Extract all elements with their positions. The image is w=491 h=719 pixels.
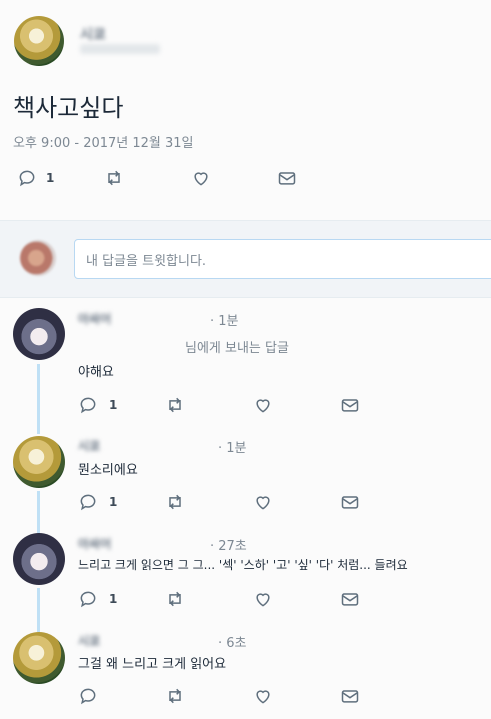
dm-icon[interactable]	[340, 589, 360, 609]
reply-time[interactable]: · 27초	[210, 535, 247, 554]
reply-author[interactable]: 시쿄	[78, 632, 100, 649]
reply-count: 1	[109, 592, 118, 606]
thread-line	[37, 588, 40, 632]
reply-placeholder: 내 답글을 트윗합니다.	[86, 254, 207, 269]
reply-author[interactable]: 아싸어	[78, 535, 111, 552]
reply-count: 1	[109, 495, 118, 509]
my-avatar	[20, 240, 56, 276]
thread-line	[37, 364, 40, 434]
reply-text: 뭔소리에요	[78, 463, 138, 478]
reply-author[interactable]: 아싸어	[78, 310, 111, 327]
like-icon[interactable]	[253, 395, 273, 415]
tweet-text: 책사고싶다	[13, 94, 124, 122]
like-icon[interactable]	[253, 492, 273, 512]
dm-icon[interactable]	[340, 492, 360, 512]
retweet-icon[interactable]	[165, 395, 185, 415]
reply-text: 야해요	[78, 365, 114, 380]
reply-time[interactable]: · 1분	[218, 437, 247, 456]
dm-icon[interactable]	[277, 168, 297, 188]
dm-icon[interactable]	[340, 686, 360, 706]
avatar[interactable]	[13, 533, 65, 585]
reply-count: 1	[109, 398, 118, 412]
reply-icon[interactable]	[78, 395, 98, 415]
avatar[interactable]	[13, 436, 65, 488]
reply-context: 님에게 보내는 답글	[185, 341, 289, 356]
tweet-timestamp[interactable]: 오후 9:00 - 2017년 12월 31일	[13, 132, 194, 151]
like-icon[interactable]	[191, 168, 211, 188]
author-name[interactable]: 시쿄	[80, 24, 106, 44]
avatar[interactable]	[13, 308, 65, 360]
reply-icon[interactable]	[17, 168, 37, 188]
reply-text: 느리고 크게 읽으면 그 그... '섹' '스하' '고' '싶' '다' 처…	[78, 558, 408, 572]
reply-count: 1	[46, 171, 55, 185]
reply-icon[interactable]	[78, 686, 98, 706]
avatar[interactable]	[14, 16, 64, 66]
reply-author[interactable]: 시쿄	[78, 437, 100, 454]
reply-icon[interactable]	[78, 589, 98, 609]
thread-line	[37, 491, 40, 535]
retweet-icon[interactable]	[104, 168, 124, 188]
like-icon[interactable]	[253, 686, 273, 706]
retweet-icon[interactable]	[165, 589, 185, 609]
retweet-icon[interactable]	[165, 492, 185, 512]
reply-icon[interactable]	[78, 492, 98, 512]
like-icon[interactable]	[253, 589, 273, 609]
reply-time[interactable]: · 1분	[210, 310, 239, 329]
reply-time[interactable]: · 6초	[218, 632, 247, 651]
author-handle	[80, 44, 160, 54]
retweet-icon[interactable]	[165, 686, 185, 706]
avatar[interactable]	[13, 632, 65, 684]
reply-text: 그걸 왜 느리고 크게 읽어요	[78, 657, 227, 672]
dm-icon[interactable]	[340, 395, 360, 415]
reply-input[interactable]: 내 답글을 트윗합니다.	[74, 239, 491, 279]
